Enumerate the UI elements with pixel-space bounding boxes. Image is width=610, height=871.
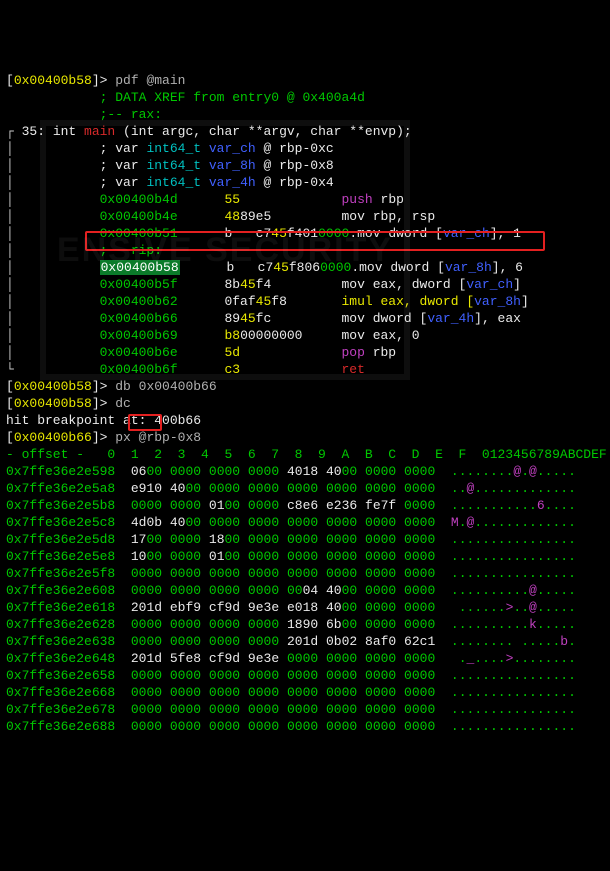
terminal-output: [0x00400b58]> pdf @main ; DATA XREF from… xyxy=(6,72,604,735)
